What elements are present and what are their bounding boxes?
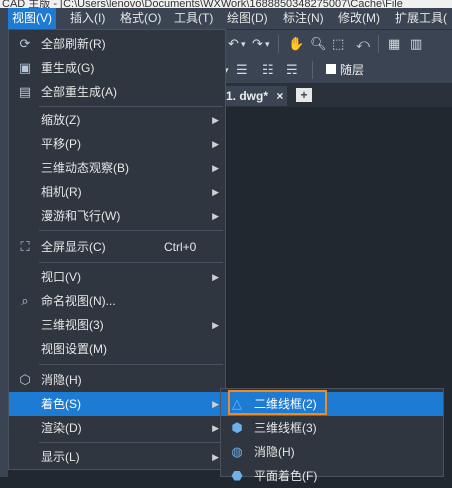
layer-toolbar: ▾ ☰ ☷ ☴ 随层 [222, 57, 452, 83]
fullscreen-icon: ⛶ [20, 239, 30, 254]
hide-icon: ⬡ [19, 372, 31, 387]
left-toolbar [0, 29, 8, 477]
submenu-arrow-icon: ▶ [212, 272, 219, 282]
submenu-arrow-icon: ▶ [212, 320, 219, 330]
submenu-arrow-icon: ▶ [212, 187, 219, 197]
submenu-arrow-icon: ▶ [212, 399, 219, 409]
refresh-icon: ⟳ [19, 36, 31, 51]
undo-dropdown-icon[interactable]: ▾ [241, 36, 246, 52]
menu-modify[interactable]: 修改(M) [334, 8, 384, 29]
submenu-item-flat-shade[interactable]: ⬣ 平面着色(F) [221, 464, 443, 488]
design-center-icon[interactable]: ▥ [410, 36, 422, 52]
submenu-arrow-icon: ▶ [212, 139, 219, 149]
undo-icon[interactable]: ↶ [228, 36, 239, 52]
submenu-arrow-icon: ▶ [212, 211, 219, 221]
regen-all-icon: ▤ [18, 84, 32, 99]
color-swatch-icon[interactable] [326, 64, 336, 74]
submenu-arrow-icon: ▶ [212, 115, 219, 125]
redo-dropdown-icon[interactable]: ▾ [265, 36, 270, 52]
menu-item-camera[interactable]: 相机(R) ▶ [9, 180, 225, 204]
named-view-icon: ⌕ [21, 293, 29, 308]
menu-item-zoom[interactable]: 缩放(Z) ▶ [9, 108, 225, 132]
menu-item-3d-orbit[interactable]: 三维动态观察(B) ▶ [9, 156, 225, 180]
menu-item-named-views[interactable]: ⌕ 命名视图(N)... [9, 289, 225, 313]
menu-item-regen[interactable]: ▣ 重生成(G) [9, 56, 225, 80]
flat-shade-icon: ⬣ [231, 468, 243, 483]
menu-item-shade[interactable]: 着色(S) ▶ [9, 392, 225, 416]
submenu-arrow-icon: ▶ [212, 423, 219, 433]
menu-item-walk-fly[interactable]: 漫游和飞行(W) ▶ [9, 204, 225, 228]
menu-item-hide[interactable]: ⬡ 消隐(H) [9, 368, 225, 392]
menu-format[interactable]: 格式(O) [116, 8, 165, 29]
document-tab-label: 1. dwg* [226, 89, 269, 103]
submenu-arrow-icon: ▶ [212, 452, 219, 462]
regen-icon: ▣ [18, 60, 32, 75]
menu-view[interactable]: 视图(V) [8, 8, 56, 29]
menu-item-display[interactable]: 显示(L) ▶ [9, 445, 225, 469]
submenu-item-hidden[interactable]: ◍ 消隐(H) [221, 440, 443, 464]
properties-icon[interactable]: ▦ [388, 36, 400, 52]
menu-dimension[interactable]: 标注(N) [279, 8, 328, 29]
title-bar: CAD 主版 - [C:\Users\lenovo\Documents\WXWo… [0, 0, 452, 8]
color-bylayer[interactable]: 随层 [340, 61, 364, 78]
fullscreen-shortcut: Ctrl+0 [164, 240, 197, 254]
zoom-realtime-icon[interactable]: 🔍︎ [310, 36, 327, 52]
submenu-item-3d-wireframe[interactable]: ⬢ 三维线框(3) [221, 416, 443, 440]
menu-draw[interactable]: 绘图(D) [223, 8, 272, 29]
menu-item-3d-views[interactable]: 三维视图(3) ▶ [9, 313, 225, 337]
zoom-window-icon[interactable]: ⬚ [332, 36, 344, 52]
submenu-arrow-icon: ▶ [212, 163, 219, 173]
hidden-icon: ◍ [231, 444, 243, 459]
menu-item-fullscreen[interactable]: ⛶ 全屏显示(C) Ctrl+0 [9, 235, 225, 259]
menu-insert[interactable]: 插入(I) [66, 8, 109, 29]
new-tab-icon[interactable]: + [296, 88, 312, 102]
layer-state-icon[interactable]: ☷ [262, 62, 274, 78]
document-tab[interactable]: 1. dwg* × [224, 86, 288, 106]
menu-item-view-settings[interactable]: 视图设置(M) [9, 337, 225, 361]
menu-bar: 视图(V) 插入(I) 格式(O) 工具(T) 绘图(D) 标注(N) 修改(M… [0, 8, 452, 29]
standard-toolbar: ↶ ▾ ↷ ▾ ✋ 🔍︎ ⬚ ⤺ ▦ ▥ [222, 29, 452, 58]
layer-isolate-icon[interactable]: ☴ [286, 62, 298, 78]
layer-previous-icon[interactable]: ☰ [236, 62, 248, 78]
close-tab-icon[interactable]: × [276, 89, 283, 103]
menu-item-regen-all[interactable]: ▤ 全部重生成(A) [9, 80, 225, 104]
focus-highlight-box [228, 390, 327, 415]
pan-icon[interactable]: ✋ [288, 36, 304, 52]
menu-tools[interactable]: 工具(T) [170, 8, 217, 29]
menu-item-pan[interactable]: 平移(P) ▶ [9, 132, 225, 156]
menu-item-refresh-all[interactable]: ⟳ 全部刷新(R) [9, 32, 225, 56]
zoom-previous-icon[interactable]: ⤺ [356, 36, 370, 52]
redo-icon[interactable]: ↷ [252, 36, 263, 52]
wireframe-3d-icon: ⬢ [231, 420, 243, 435]
menu-item-render[interactable]: 渲染(D) ▶ [9, 416, 225, 440]
menu-item-viewports[interactable]: 视口(V) ▶ [9, 265, 225, 289]
menu-extend-tools[interactable]: 扩展工具( [391, 8, 451, 29]
window-title: CAD 主版 - [C:\Users\lenovo\Documents\WXWo… [2, 0, 403, 8]
view-menu: ⟳ 全部刷新(R) ▣ 重生成(G) ▤ 全部重生成(A) 缩放(Z) ▶ 平移… [8, 29, 226, 470]
